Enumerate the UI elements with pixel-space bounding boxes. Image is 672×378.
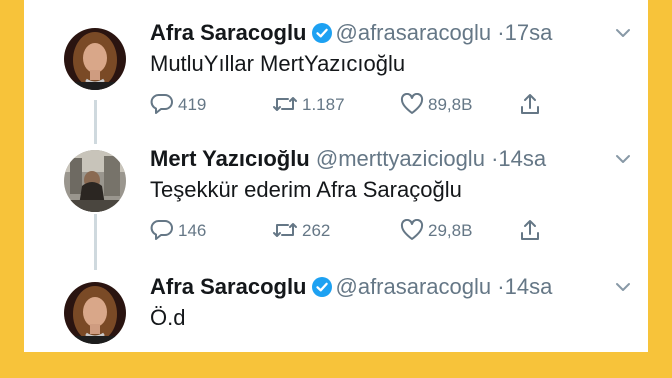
- display-name[interactable]: Mert Yazıcıoğlu: [150, 146, 310, 171]
- share-icon: [521, 220, 539, 240]
- reply-button[interactable]: 419: [150, 92, 206, 118]
- verified-badge-icon: [311, 23, 332, 43]
- retweet-count: 1.187: [302, 95, 345, 114]
- retweet-button[interactable]: 1.187: [272, 92, 345, 118]
- timestamp[interactable]: 14sa: [505, 274, 553, 299]
- like-count: 29,8B: [428, 221, 473, 240]
- retweet-button[interactable]: 262: [272, 218, 330, 244]
- avatar[interactable]: [64, 28, 126, 90]
- chevron-down-icon[interactable]: [612, 272, 634, 302]
- tweet-header: Afra Saracoglu @afrasaracoglu ·17sa: [150, 18, 648, 48]
- tweet-thread: Afra Saracoglu @afrasaracoglu ·17sa Mutlu…: [24, 0, 648, 352]
- tweet[interactable]: Mert Yazıcıoğlu @merttyazicioglu ·14sa T…: [24, 126, 648, 252]
- like-button[interactable]: 89,8B: [400, 92, 472, 118]
- like-icon: [400, 219, 424, 240]
- reply-icon: [150, 94, 173, 114]
- chevron-down-icon[interactable]: [612, 18, 634, 48]
- separator: ·: [497, 20, 505, 45]
- avatar[interactable]: [64, 282, 126, 344]
- display-name[interactable]: Afra Saracoglu: [150, 274, 307, 299]
- reply-button[interactable]: 146: [150, 218, 206, 244]
- user-handle[interactable]: @afrasaracoglu: [336, 20, 492, 45]
- tweet[interactable]: Afra Saracoglu @afrasaracoglu ·17sa Mutlu…: [24, 0, 648, 126]
- tweet-header: Mert Yazıcıoğlu @merttyazicioglu ·14sa: [150, 144, 648, 174]
- share-button[interactable]: [518, 218, 546, 244]
- timestamp[interactable]: 14sa: [498, 146, 546, 171]
- share-button[interactable]: [518, 92, 546, 118]
- user-handle[interactable]: @merttyazicioglu: [316, 146, 485, 171]
- like-count: 89,8B: [428, 95, 473, 114]
- tweet-actions: 146 262 29,8B: [150, 218, 610, 244]
- reply-count: 419: [178, 95, 207, 114]
- separator: ·: [497, 274, 505, 299]
- tweet-text: Teşekkür ederim Afra Saraçoğlu: [150, 177, 462, 202]
- timestamp[interactable]: 17sa: [505, 20, 553, 45]
- like-button[interactable]: 29,8B: [400, 218, 472, 244]
- like-icon: [400, 93, 424, 114]
- tweet-header: Afra Saracoglu @afrasaracoglu ·14sa: [150, 272, 648, 302]
- avatar[interactable]: [64, 150, 126, 212]
- display-name[interactable]: Afra Saracoglu: [150, 20, 307, 45]
- retweet-icon: [273, 223, 297, 237]
- tweet-text: MutluYıllar MertYazıcıoğlu: [150, 51, 406, 76]
- tweet[interactable]: Afra Saracoglu @afrasaracoglu ·14sa Ö.d: [24, 254, 648, 352]
- tweet-text: Ö.d: [150, 305, 186, 330]
- reply-icon: [150, 220, 173, 240]
- verified-badge-icon: [311, 277, 332, 297]
- chevron-down-icon[interactable]: [612, 144, 634, 174]
- reply-count: 146: [178, 221, 207, 240]
- share-icon: [521, 94, 539, 114]
- user-handle[interactable]: @afrasaracoglu: [336, 274, 492, 299]
- retweet-count: 262: [302, 221, 331, 240]
- retweet-icon: [273, 97, 297, 111]
- tweet-actions: 419 1.187 89,8B: [150, 92, 610, 118]
